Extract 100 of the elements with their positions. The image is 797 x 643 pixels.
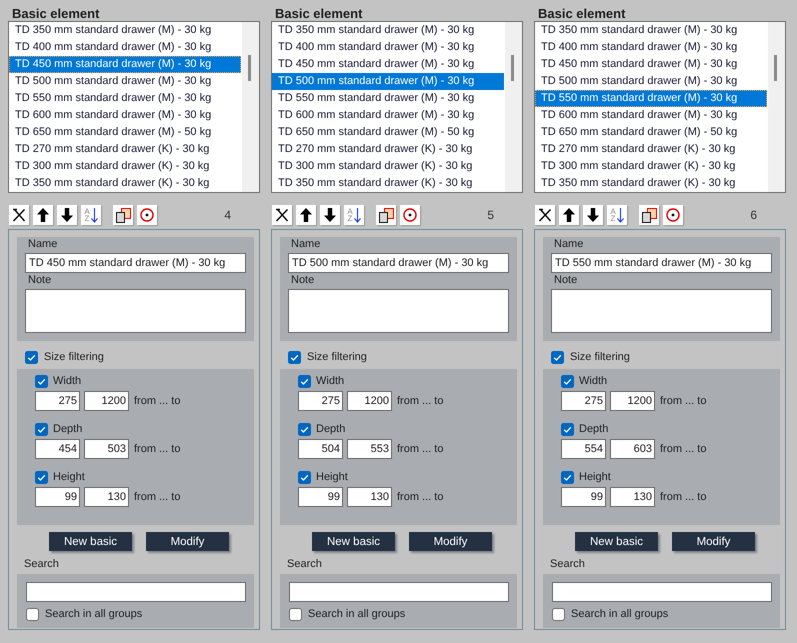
list-box[interactable] [534,21,786,193]
checkbox[interactable] [35,374,48,388]
list-item[interactable]: TD 350 mm standard drawer (K) - 30 kg [9,175,241,192]
new-basic-button[interactable]: New basic [49,532,132,551]
checkbox[interactable] [552,608,565,620]
range-from-field[interactable]: 99 [298,487,343,507]
list-item[interactable]: TD 650 mm standard drawer (M) - 50 kg [272,124,504,141]
checkbox[interactable] [551,350,564,364]
list-item[interactable]: TD 500 mm standard drawer (M) - 30 kg [535,73,767,90]
range-to-field[interactable]: 1200 [347,391,392,411]
range-to-field[interactable]: 503 [84,439,129,459]
list-item[interactable]: TD 400 mm standard drawer (M) - 30 kg [9,39,241,56]
range-to-field[interactable]: 603 [610,439,655,459]
list-item[interactable]: TD 350 mm standard drawer (K) - 30 kg [272,175,504,192]
new-basic-button[interactable]: New basic [575,532,658,551]
list-item[interactable]: TD 270 mm standard drawer (K) - 30 kg [9,141,241,158]
target-button[interactable] [137,205,157,225]
list-item[interactable]: TD 450 mm standard drawer (M) - 30 kg [272,56,504,73]
list-item[interactable]: TD 650 mm standard drawer (M) - 50 kg [535,124,767,141]
list-item[interactable]: TD 300 mm standard drawer (K) - 30 kg [9,158,241,175]
range-from-field[interactable]: 99 [561,487,606,507]
list-item[interactable]: TD 600 mm standard drawer (M) - 30 kg [9,107,241,124]
list-item[interactable]: TD 400 mm standard drawer (M) - 30 kg [272,39,504,56]
range-to-field[interactable]: 130 [84,487,129,507]
checkbox[interactable] [26,608,39,620]
list-item[interactable]: TD 600 mm standard drawer (M) - 30 kg [535,107,767,124]
scrollbar[interactable] [242,22,259,192]
target-button[interactable] [663,205,683,225]
range-from-field[interactable]: 454 [35,439,80,459]
new-basic-button[interactable]: New basic [312,532,395,551]
modify-button[interactable]: Modify [672,532,755,551]
list-item[interactable]: TD 400 mm standard drawer (M) - 30 kg [535,39,767,56]
search-field[interactable] [552,582,772,602]
range-to-field[interactable]: 553 [347,439,392,459]
checkbox[interactable] [298,470,311,484]
range-from-field[interactable]: 275 [561,391,606,411]
move-down-button[interactable] [57,205,77,225]
list-item[interactable]: TD 550 mm standard drawer (M) - 30 kg [272,90,504,107]
list-item[interactable]: TD 450 mm standard drawer (M) - 30 kg [535,56,767,73]
name-field[interactable]: TD 550 mm standard drawer (M) - 30 kg [551,253,772,273]
checkbox[interactable] [298,422,311,436]
move-down-button[interactable] [583,205,603,225]
range-to-field[interactable]: 130 [347,487,392,507]
scrollbar[interactable] [768,22,785,192]
list-item[interactable]: TD 600 mm standard drawer (M) - 30 kg [272,107,504,124]
copy-button[interactable] [113,205,133,225]
modify-button[interactable]: Modify [146,532,229,551]
list-item[interactable]: TD 350 mm standard drawer (M) - 30 kg [9,22,241,39]
search-field[interactable] [289,582,509,602]
range-from-field[interactable]: 554 [561,439,606,459]
checkbox[interactable] [289,608,302,620]
checkbox[interactable] [288,350,301,364]
list-box[interactable] [271,21,523,193]
list-item[interactable]: TD 350 mm standard drawer (M) - 30 kg [272,22,504,39]
scrollbar[interactable] [505,22,522,192]
range-to-field[interactable]: 130 [610,487,655,507]
remove-button[interactable] [535,205,555,225]
copy-button[interactable] [639,205,659,225]
range-from-field[interactable]: 275 [35,391,80,411]
checkbox[interactable] [561,470,574,484]
range-from-field[interactable]: 504 [298,439,343,459]
list-item[interactable]: TD 550 mm standard drawer (M) - 30 kg [535,90,767,107]
scrollbar-thumb[interactable] [248,55,251,81]
name-field[interactable]: TD 450 mm standard drawer (M) - 30 kg [25,253,246,273]
list-item[interactable]: TD 550 mm standard drawer (M) - 30 kg [9,90,241,107]
target-button[interactable] [400,205,420,225]
note-field[interactable] [551,289,772,333]
search-field[interactable] [26,582,246,602]
range-to-field[interactable]: 1200 [610,391,655,411]
move-up-button[interactable] [559,205,579,225]
checkbox[interactable] [35,470,48,484]
modify-button[interactable]: Modify [409,532,492,551]
move-up-button[interactable] [33,205,53,225]
name-field[interactable]: TD 500 mm standard drawer (M) - 30 kg [288,253,509,273]
remove-button[interactable] [9,205,29,225]
move-up-button[interactable] [296,205,316,225]
checkbox[interactable] [35,422,48,436]
list-item[interactable]: TD 350 mm standard drawer (K) - 30 kg [535,175,767,192]
list-item[interactable]: TD 650 mm standard drawer (M) - 50 kg [9,124,241,141]
checkbox[interactable] [561,374,574,388]
list-item[interactable]: TD 300 mm standard drawer (K) - 30 kg [535,158,767,175]
list-box[interactable] [8,21,260,193]
scrollbar-thumb[interactable] [774,55,777,81]
note-field[interactable] [25,289,246,333]
checkbox[interactable] [561,422,574,436]
copy-button[interactable] [376,205,396,225]
checkbox[interactable] [298,374,311,388]
list-item[interactable]: TD 350 mm standard drawer (M) - 30 kg [535,22,767,39]
range-from-field[interactable]: 275 [298,391,343,411]
list-item[interactable]: TD 270 mm standard drawer (K) - 30 kg [272,141,504,158]
list-item[interactable]: TD 450 mm standard drawer (M) - 30 kg [9,56,241,73]
remove-button[interactable] [272,205,292,225]
move-down-button[interactable] [320,205,340,225]
list-item[interactable]: TD 500 mm standard drawer (M) - 30 kg [9,73,241,90]
checkbox[interactable] [25,350,38,364]
list-item[interactable]: TD 270 mm standard drawer (K) - 30 kg [535,141,767,158]
range-from-field[interactable]: 99 [35,487,80,507]
list-item[interactable]: TD 500 mm standard drawer (M) - 30 kg [272,73,504,90]
note-field[interactable] [288,289,509,333]
list-item[interactable]: TD 300 mm standard drawer (K) - 30 kg [272,158,504,175]
